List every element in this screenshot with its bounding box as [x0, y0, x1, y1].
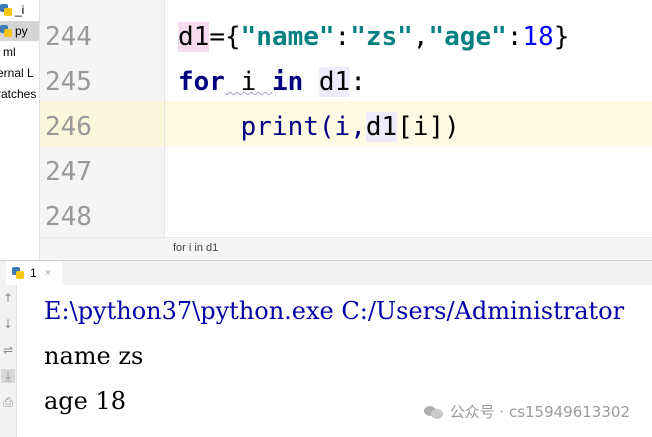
run-tab-bar: 1 × [0, 260, 652, 286]
line-number: 245 [45, 67, 92, 97]
breadcrumb-bar: for i in d1 [40, 237, 652, 261]
project-item-label: ernal L [0, 66, 34, 80]
python-file-icon [0, 4, 12, 16]
project-item-selected[interactable]: py [0, 21, 39, 41]
project-item-label: ml [3, 45, 16, 59]
wechat-icon [423, 404, 444, 420]
project-item-label: _i [15, 3, 25, 17]
project-sidebar: _i py ml ernal L ratches [0, 0, 40, 260]
arrow-down-icon[interactable]: ↓ [1, 317, 15, 331]
code-line-244[interactable]: d1={"name":"zs","age":18} [178, 22, 569, 52]
code-line-246[interactable]: print(i,d1[i]) [178, 112, 460, 142]
code-line-245[interactable]: for i in d1: [178, 67, 366, 97]
arrow-up-icon[interactable]: ↑ [1, 291, 15, 305]
print-icon[interactable]: ⎙ [1, 395, 15, 409]
project-item-scratches[interactable]: ratches [0, 84, 36, 104]
line-number: 244 [45, 22, 92, 52]
line-number: 246 [45, 112, 92, 142]
project-item-label: ratches [0, 87, 37, 101]
run-toolbar: ↑ ↓ ⇌ ⤓ ⎙ [0, 285, 17, 437]
project-item[interactable]: ml [0, 42, 16, 62]
project-item[interactable]: _i [0, 0, 24, 20]
scroll-to-end-icon[interactable]: ⤓ [1, 369, 15, 383]
project-item-external-libraries[interactable]: ernal L [0, 63, 34, 83]
run-tab[interactable]: 1 × [6, 261, 62, 285]
run-tab-label: 1 [30, 266, 37, 280]
watermark-text: 公众号 · cs15949613302 [449, 403, 630, 421]
project-item-label: py [15, 24, 28, 38]
watermark: 公众号 · cs15949613302 [423, 401, 630, 422]
line-number: 247 [45, 157, 92, 187]
console-command-line: E:\python37\python.exe C:/Users/Administ… [44, 297, 625, 325]
code-editor[interactable]: d1={"name":"zs","age":18} for i in d1: p… [165, 0, 652, 237]
line-number-gutter: 244 245 246 247 248 [40, 0, 165, 237]
soft-wrap-icon[interactable]: ⇌ [1, 343, 15, 357]
python-run-icon [12, 267, 24, 279]
breadcrumb[interactable]: for i in d1 [173, 242, 218, 254]
console-output-line: name zs [44, 342, 144, 370]
python-file-icon [0, 25, 12, 37]
console-output-line: age 18 [44, 387, 127, 415]
close-icon[interactable]: × [45, 267, 51, 279]
line-number: 248 [45, 202, 92, 232]
